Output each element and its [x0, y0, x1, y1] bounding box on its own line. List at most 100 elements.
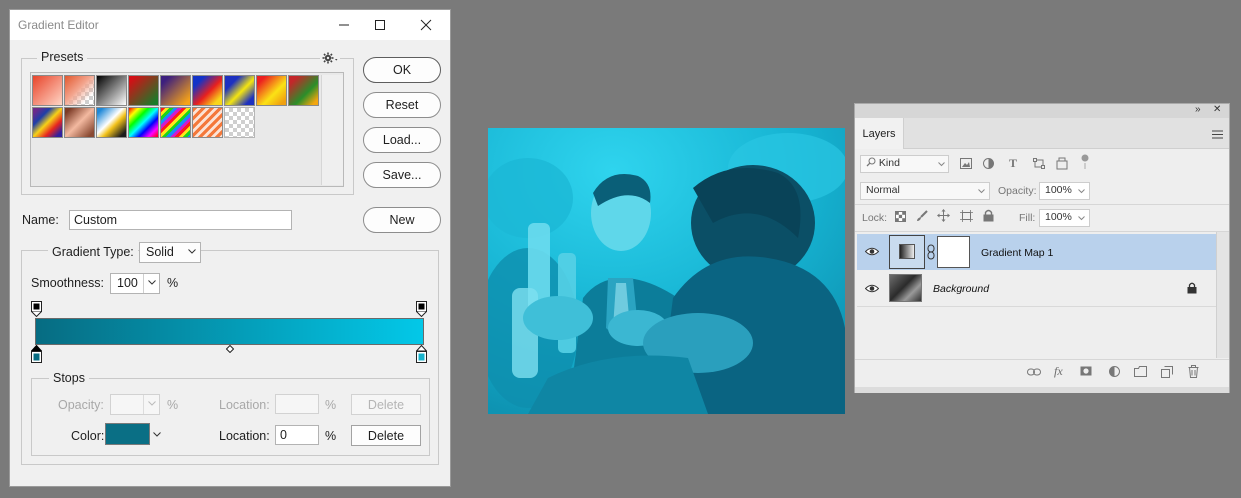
chevron-down-icon[interactable]	[153, 432, 161, 438]
preset-scrollbar[interactable]	[321, 75, 343, 185]
smartobject-filter-icon[interactable]	[1056, 157, 1068, 170]
color-location-input[interactable]: 0	[275, 425, 319, 445]
fx-icon[interactable]: fx	[1054, 364, 1063, 379]
title-bar: Gradient Editor	[10, 10, 450, 40]
collapse-icon[interactable]: »	[1195, 104, 1201, 115]
divider	[855, 231, 1229, 232]
smoothness-input[interactable]: 100	[110, 273, 160, 294]
layers-scrollbar[interactable]	[1216, 232, 1229, 358]
add-mask-icon[interactable]	[1080, 366, 1092, 376]
opacity-value: 100%	[1045, 184, 1072, 196]
adjustment-thumbnail[interactable]	[889, 235, 925, 269]
new-button[interactable]: New	[363, 207, 441, 233]
preset-swatch[interactable]	[96, 107, 127, 138]
minimize-icon[interactable]	[326, 10, 362, 40]
preset-swatch[interactable]	[224, 75, 255, 106]
opacity-location-percent: %	[325, 398, 337, 412]
gradient-type-select[interactable]: Solid	[139, 242, 201, 263]
dialog-title: Gradient Editor	[18, 18, 99, 32]
pixel-filter-icon[interactable]	[960, 158, 972, 169]
lock-transparent-icon[interactable]	[895, 211, 906, 222]
preset-swatch[interactable]	[160, 75, 191, 106]
visibility-eye-icon[interactable]	[865, 247, 879, 256]
gradient-preview-bar[interactable]	[35, 318, 424, 345]
layer-row-background[interactable]: Background	[857, 271, 1216, 307]
opacity-location-input	[275, 394, 319, 414]
color-location-label: Location:	[219, 429, 270, 443]
ok-button[interactable]: OK	[363, 57, 441, 83]
lock-position-icon[interactable]	[937, 209, 950, 222]
opacity-delete-button: Delete	[351, 394, 421, 415]
gear-icon[interactable]	[320, 51, 340, 65]
delete-layer-icon[interactable]	[1188, 365, 1199, 378]
panel-header-strip: » ✕	[855, 104, 1229, 118]
chevron-down-icon	[1078, 189, 1085, 194]
fill-label: Fill:	[1019, 212, 1036, 224]
opacity-input[interactable]: 100%	[1039, 182, 1090, 200]
midpoint-diamond[interactable]	[226, 345, 234, 353]
layer-name[interactable]: Gradient Map 1	[981, 247, 1053, 259]
close-icon[interactable]	[408, 10, 444, 40]
stop-color-swatch[interactable]	[105, 423, 150, 445]
load-button[interactable]: Load...	[363, 127, 441, 153]
new-adjustment-icon[interactable]	[1109, 366, 1120, 377]
opacity-stop-left[interactable]	[31, 301, 42, 317]
lock-pixels-icon[interactable]	[916, 210, 928, 222]
tab-layers[interactable]: Layers	[855, 118, 904, 149]
preset-swatch[interactable]	[32, 107, 63, 138]
duotone-photo	[488, 128, 845, 414]
reset-button[interactable]: Reset	[363, 92, 441, 118]
link-chain-icon[interactable]	[927, 244, 935, 260]
preset-swatch[interactable]	[160, 107, 191, 138]
preset-swatch[interactable]	[128, 75, 159, 106]
filter-toggle-icon[interactable]	[1081, 154, 1089, 170]
preset-swatch[interactable]	[64, 107, 95, 138]
preset-swatch[interactable]	[128, 107, 159, 138]
smoothness-percent: %	[167, 276, 179, 290]
background-thumbnail[interactable]	[889, 274, 922, 302]
layers-panel: » ✕ Layers Kind T Normal Opacity: 100% L…	[854, 103, 1230, 393]
link-layers-icon[interactable]	[1027, 368, 1041, 376]
lock-artboard-icon[interactable]	[960, 210, 973, 222]
name-field[interactable]: Custom	[69, 210, 292, 230]
new-layer-icon[interactable]	[1161, 366, 1173, 378]
color-stop-left[interactable]	[31, 345, 42, 363]
preset-swatch[interactable]	[224, 107, 255, 138]
smoothness-label: Smoothness:	[31, 276, 104, 290]
fill-input[interactable]: 100%	[1039, 209, 1090, 227]
document-canvas-photo[interactable]	[488, 128, 845, 414]
preset-swatch[interactable]	[192, 75, 223, 106]
layer-mask-thumbnail[interactable]	[937, 236, 970, 268]
new-group-icon[interactable]	[1134, 366, 1147, 377]
shape-filter-icon[interactable]	[1033, 158, 1045, 169]
stops-label: Stops	[49, 371, 89, 385]
color-stop-right[interactable]	[416, 345, 427, 363]
visibility-eye-icon[interactable]	[865, 284, 879, 293]
preset-swatch[interactable]	[288, 75, 319, 106]
adjustment-filter-icon[interactable]	[983, 158, 994, 169]
opacity-percent: %	[167, 398, 179, 412]
kind-label: Kind	[878, 157, 900, 169]
lock-all-icon[interactable]	[983, 209, 994, 222]
type-filter-icon[interactable]: T	[1009, 156, 1017, 171]
opacity-stop-right[interactable]	[416, 301, 427, 317]
opacity-input	[110, 394, 160, 415]
color-delete-button[interactable]: Delete	[351, 425, 421, 446]
chevron-down-icon	[148, 401, 156, 406]
preset-swatch[interactable]	[64, 75, 95, 106]
blend-mode-select[interactable]: Normal	[860, 182, 990, 200]
save-button[interactable]: Save...	[363, 162, 441, 188]
close-icon[interactable]: ✕	[1213, 104, 1221, 115]
layer-row-gradient-map[interactable]: Gradient Map 1	[857, 234, 1216, 270]
maximize-icon[interactable]	[362, 10, 398, 40]
preset-swatch[interactable]	[96, 75, 127, 106]
layer-name[interactable]: Background	[933, 283, 989, 295]
divider	[855, 359, 1229, 360]
panel-menu-icon[interactable]	[1212, 130, 1223, 139]
preset-swatch[interactable]	[32, 75, 63, 106]
preset-swatch[interactable]	[256, 75, 287, 106]
preset-swatch[interactable]	[192, 107, 223, 138]
resize-grip[interactable]	[855, 387, 1229, 393]
kind-filter-select[interactable]: Kind	[860, 155, 949, 173]
panel-tab-row: Layers	[855, 118, 1229, 149]
